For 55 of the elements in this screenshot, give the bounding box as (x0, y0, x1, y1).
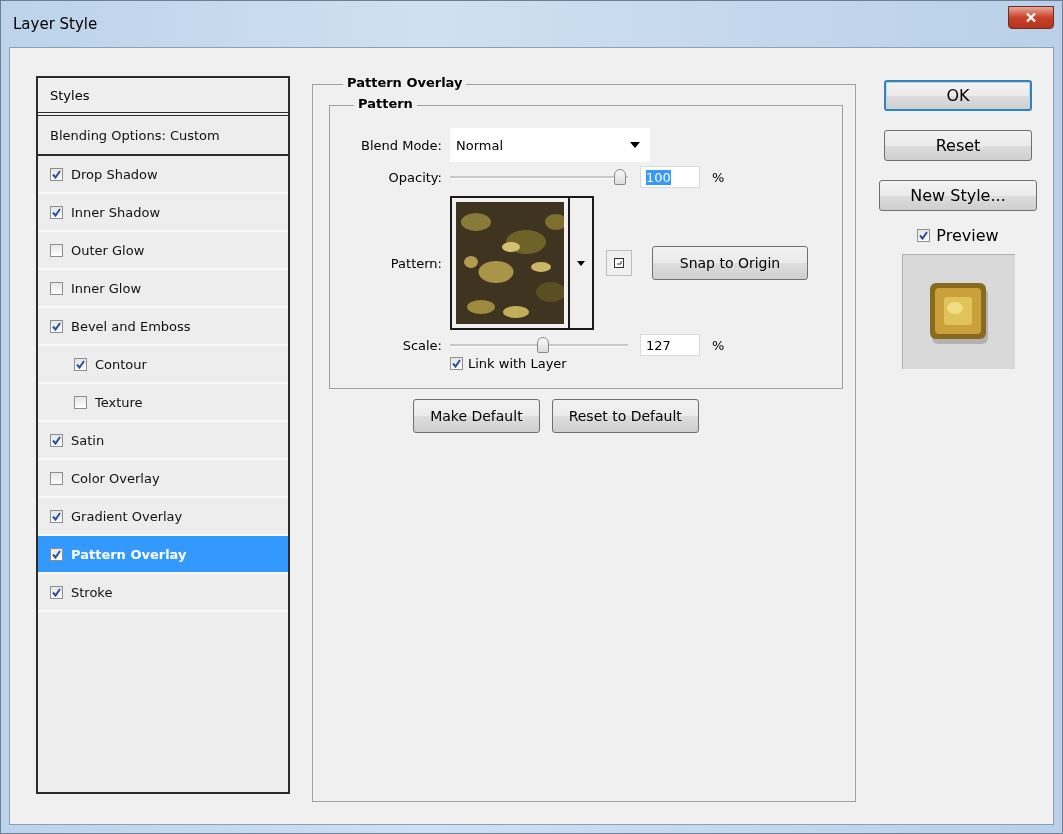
field-label: Blend Mode: (361, 137, 442, 153)
close-button[interactable] (1008, 5, 1054, 29)
checkbox[interactable] (50, 319, 63, 333)
new-preset-button[interactable] (606, 250, 632, 276)
checkbox[interactable] (50, 547, 63, 561)
unit-label: % (712, 169, 725, 185)
checkbox[interactable] (917, 229, 931, 242)
blend-mode-dropdown[interactable]: Normal (450, 128, 650, 162)
field-label: Pattern: (390, 255, 442, 271)
action-button[interactable]: Reset to Default (551, 399, 699, 433)
dialog-button[interactable]: Reset (884, 130, 1032, 161)
window-title: Layer Style (13, 15, 98, 33)
close-icon (1025, 11, 1037, 23)
section-title: Pattern Overlay (343, 75, 467, 90)
checkbox[interactable] (50, 585, 63, 599)
style-item[interactable]: Color Overlay (38, 460, 288, 498)
caret-icon (630, 142, 640, 148)
pattern-picker[interactable] (450, 196, 594, 330)
style-item[interactable]: Drop Shadow (38, 156, 288, 194)
checkbox[interactable] (50, 471, 63, 485)
group-title: Pattern (354, 96, 417, 111)
slider-thumb[interactable] (614, 169, 626, 185)
slider[interactable] (450, 335, 628, 355)
checkbox[interactable] (50, 167, 63, 181)
caret-icon (577, 260, 585, 266)
unit-label: % (712, 337, 725, 353)
scale-field[interactable]: 127 (640, 334, 700, 356)
action-button[interactable]: Make Default (413, 399, 540, 433)
slider-thumb[interactable] (536, 337, 549, 353)
field-label: Scale: (402, 337, 442, 353)
checkbox-label: Link with Layer (468, 356, 567, 371)
field-label: Opacity: (388, 169, 442, 185)
style-item[interactable]: Inner Glow (38, 270, 288, 308)
checkbox[interactable] (50, 509, 63, 523)
checkbox[interactable] (74, 395, 87, 409)
page-icon (613, 257, 625, 269)
style-item[interactable]: Contour (38, 346, 288, 384)
style-item[interactable]: Outer Glow (38, 232, 288, 270)
checkbox[interactable] (50, 433, 63, 447)
checkbox[interactable] (50, 243, 63, 257)
style-item[interactable]: Inner Shadow (38, 194, 288, 232)
checkbox[interactable] (74, 357, 87, 371)
checkbox[interactable] (50, 205, 63, 219)
slider[interactable] (450, 167, 628, 187)
style-item[interactable]: Bevel and Emboss (38, 308, 288, 346)
checkbox[interactable] (50, 281, 63, 295)
style-item[interactable]: Satin (38, 422, 288, 460)
style-item[interactable]: Texture (38, 384, 288, 422)
snap-to-origin-button[interactable]: Snap to Origin (652, 246, 808, 280)
checkbox[interactable] (450, 357, 463, 370)
style-item[interactable]: Blending Options: Custom (38, 116, 288, 156)
style-item[interactable]: Stroke (38, 574, 288, 612)
dialog-button[interactable]: OK (884, 80, 1032, 111)
dialog-button[interactable]: New Style... (879, 180, 1037, 211)
checkbox-label: Preview (936, 226, 999, 245)
